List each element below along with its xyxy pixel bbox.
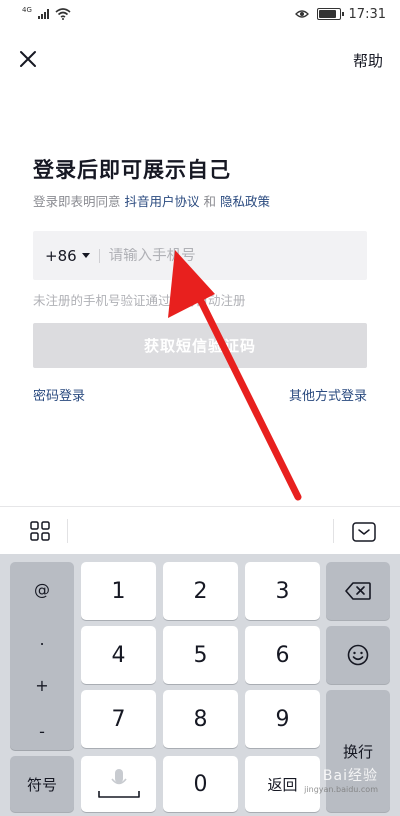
status-bar: 4G 17:31 <box>0 0 400 28</box>
register-hint: 未注册的手机号验证通过后将自动注册 <box>33 293 246 308</box>
watermark-main: Bai经验 <box>322 768 378 784</box>
key-7[interactable]: 7 <box>81 690 156 748</box>
get-sms-code-button[interactable]: 获取短信验证码 <box>33 323 367 368</box>
keyboard-toolbar <box>0 506 400 554</box>
battery-icon <box>316 8 344 20</box>
agreement-prefix: 登录即表明同意 <box>33 194 121 209</box>
status-right: 17:31 <box>294 6 386 22</box>
key-at[interactable]: @ <box>10 580 74 599</box>
emoji-icon <box>347 644 369 666</box>
close-icon[interactable] <box>16 47 40 71</box>
key-4[interactable]: 4 <box>81 626 156 684</box>
key-0[interactable]: 0 <box>163 756 238 812</box>
key-5[interactable]: 5 <box>163 626 238 684</box>
other-login-link[interactable]: 其他方式登录 <box>289 385 367 404</box>
password-login-link[interactable]: 密码登录 <box>33 385 85 404</box>
agreement-text: 登录即表明同意 抖音用户协议 和 隐私政策 <box>33 191 270 210</box>
symbol-column: @ . + - <box>10 562 74 750</box>
wifi-icon <box>55 8 71 20</box>
toolbar-divider-left <box>67 519 68 543</box>
country-code-label: +86 <box>45 246 77 265</box>
symbol-key[interactable]: 符号 <box>10 756 74 812</box>
key-plus[interactable]: + <box>10 676 74 695</box>
status-time: 17:31 <box>348 6 386 22</box>
key-8[interactable]: 8 <box>163 690 238 748</box>
user-agreement-link[interactable]: 抖音用户协议 <box>125 194 200 209</box>
phone-input-box: +86 <box>33 231 367 280</box>
country-code-selector[interactable]: +86 <box>33 247 90 265</box>
key-6[interactable]: 6 <box>245 626 320 684</box>
key-1[interactable]: 1 <box>81 562 156 620</box>
caret-down-icon <box>81 253 90 258</box>
phone-input[interactable] <box>108 247 339 264</box>
input-divider <box>98 248 100 263</box>
agreement-and: 和 <box>203 194 217 209</box>
backspace-icon <box>345 582 371 600</box>
microphone-icon <box>97 769 140 798</box>
grid-menu-icon[interactable] <box>30 521 50 541</box>
key-3[interactable]: 3 <box>245 562 320 620</box>
key-9[interactable]: 9 <box>245 690 320 748</box>
emoji-key[interactable] <box>326 626 390 684</box>
hide-keyboard-icon[interactable] <box>352 522 376 542</box>
eye-comfort-icon <box>294 10 309 18</box>
help-button[interactable]: 帮助 <box>353 50 383 71</box>
key-2[interactable]: 2 <box>163 562 238 620</box>
toolbar-divider-right <box>333 519 334 543</box>
watermark-url: jingyan.baidu.com <box>304 785 378 794</box>
status-left: 4G <box>22 6 71 20</box>
voice-key[interactable] <box>81 756 156 812</box>
backspace-key[interactable] <box>326 562 390 620</box>
page-title: 登录后即可展示自己 <box>33 158 231 182</box>
network-type: 4G <box>22 6 32 14</box>
signal-icon <box>37 9 49 19</box>
key-minus[interactable]: - <box>10 722 74 741</box>
privacy-policy-link[interactable]: 隐私政策 <box>220 194 270 209</box>
watermark: Bai经验 jingyan.baidu.com <box>304 765 378 794</box>
key-dot[interactable]: . <box>10 630 74 649</box>
